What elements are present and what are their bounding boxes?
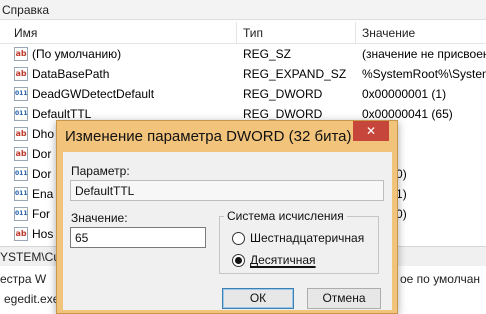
table-row[interactable]: ab DataBasePath REG_EXPAND_SZ %SystemRoot%\…: [0, 64, 486, 84]
close-button[interactable]: ✕: [353, 121, 389, 141]
column-header-type[interactable]: Тип: [243, 26, 263, 40]
type-cell: REG_EXPAND_SZ: [243, 67, 347, 81]
name-cell: Dho: [32, 127, 55, 141]
ok-button[interactable]: ОК: [222, 288, 294, 309]
name-cell: (По умолчанию): [32, 47, 122, 61]
dialog-titlebar[interactable]: Изменение параметра DWORD (32 бита) ✕: [57, 121, 397, 151]
value-cell: 0x00000041 (65): [362, 107, 453, 121]
string-value-icon: ab: [14, 67, 28, 81]
binary-value-icon: 011: [14, 107, 28, 121]
name-cell: Hos: [32, 227, 54, 241]
value-cell: 0x00000001 (1): [362, 87, 447, 101]
column-header-value[interactable]: Значение: [362, 26, 415, 40]
value-label: Значение:: [71, 211, 128, 225]
bottom-text-left: естра W: [0, 272, 47, 286]
cancel-button[interactable]: Отмена: [307, 288, 381, 309]
binary-value-icon: 011: [14, 187, 28, 201]
radio-decimal-indicator[interactable]: [232, 254, 245, 267]
string-value-icon: ab: [14, 227, 28, 241]
binary-value-icon: 011: [14, 87, 28, 101]
table-row[interactable]: 011 DeadGWDetectDefault REG_DWORD 0x0000000…: [0, 84, 486, 104]
param-name-field: DefaultTTL: [70, 180, 384, 201]
menu-bar: Справка: [0, 0, 486, 20]
name-cell: Dor: [32, 147, 52, 161]
radio-hex-indicator[interactable]: [232, 232, 245, 245]
menu-help[interactable]: Справка: [2, 3, 49, 17]
binary-value-icon: 011: [14, 207, 28, 221]
name-cell: DefaultTTL: [32, 107, 92, 121]
type-cell: REG_DWORD: [243, 107, 323, 121]
string-value-icon: ab: [14, 127, 28, 141]
name-cell: Ena: [32, 187, 54, 201]
value-cell: %SystemRoot%\System: [362, 67, 486, 81]
name-cell: DataBasePath: [32, 67, 110, 81]
bottom-text-exe: egedit.exe: [4, 292, 60, 306]
binary-value-icon: 011: [14, 167, 28, 181]
type-cell: REG_DWORD: [243, 87, 323, 101]
bottom-text-right: ое по умолчан: [400, 272, 481, 286]
column-header-name[interactable]: Имя: [14, 26, 37, 40]
column-divider[interactable]: [236, 22, 237, 44]
name-cell: Dor: [32, 167, 52, 181]
radio-hex-label: Шестнадцатеричная: [250, 231, 365, 245]
edit-dword-dialog: Изменение параметра DWORD (32 бита) ✕ Па…: [56, 120, 398, 314]
type-cell: REG_SZ: [243, 47, 292, 61]
radio-decimal-label: Десятичная: [250, 253, 316, 267]
number-base-group: Система исчисления Шестнадцатеричная Дес…: [219, 209, 379, 274]
number-base-legend: Система исчисления: [224, 209, 347, 223]
list-header: Имя Тип Значение: [0, 22, 486, 44]
value-input[interactable]: 65: [70, 227, 206, 248]
value-cell: (значение не присвоен: [362, 47, 486, 61]
name-cell: For: [32, 207, 50, 221]
param-label: Параметр:: [71, 164, 130, 178]
string-value-icon: ab: [14, 47, 28, 61]
string-value-icon: ab: [14, 147, 28, 161]
dialog-title: Изменение параметра DWORD (32 бита): [65, 128, 352, 145]
column-divider[interactable]: [355, 22, 356, 44]
name-cell: DeadGWDetectDefault: [32, 87, 155, 101]
status-path: YSTEM\Cu: [0, 250, 61, 264]
dialog-body: Параметр: DefaultTTL Значение: 65 Систем…: [63, 152, 392, 310]
close-icon: ✕: [365, 124, 377, 138]
table-row[interactable]: ab (По умолчанию) REG_SZ (значение не присв…: [0, 44, 486, 64]
